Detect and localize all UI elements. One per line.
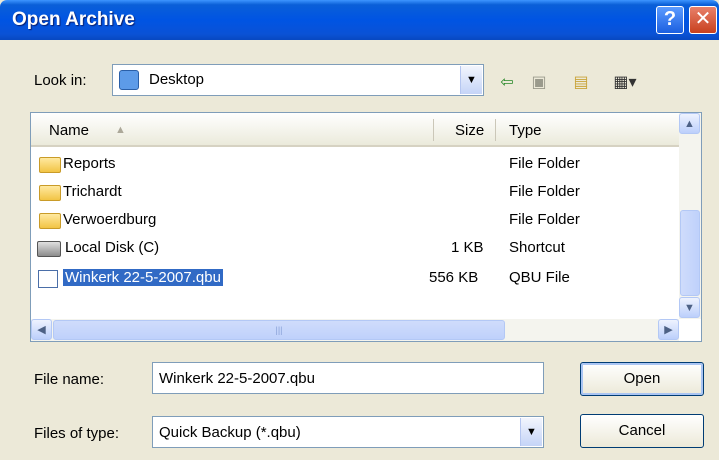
scroll-left-icon[interactable]: ◀ (31, 319, 52, 340)
column-divider[interactable] (495, 119, 496, 141)
file-icon (38, 270, 58, 288)
window-title: Open Archive (12, 9, 135, 30)
files-of-type-label: Files of type: (34, 425, 120, 442)
item-type: Shortcut (509, 239, 565, 256)
chevron-down-icon[interactable]: ▼ (520, 418, 542, 446)
item-size: 556 KB (429, 269, 479, 286)
desktop-icon (119, 70, 139, 90)
item-name: Local Disk (C) (65, 239, 160, 256)
chevron-down-icon[interactable]: ▼ (460, 66, 482, 94)
item-type: File Folder (509, 183, 580, 200)
file-name-label: File name: (34, 371, 105, 388)
look-in-value: Desktop (149, 71, 205, 88)
item-type: QBU File (509, 269, 570, 286)
column-header-type[interactable]: Type (509, 122, 542, 139)
item-name: Reports (63, 155, 116, 172)
folder-icon (39, 185, 61, 201)
up-folder-icon[interactable]: ▣ (528, 74, 550, 92)
look-in-label: Look in: (34, 72, 87, 89)
close-button[interactable]: ✕ (689, 6, 717, 34)
item-type: File Folder (509, 211, 580, 228)
vertical-scroll-thumb[interactable] (680, 210, 700, 296)
file-name-input[interactable]: Winkerk 22-5-2007.qbu (152, 362, 544, 394)
item-type: File Folder (509, 155, 580, 172)
vertical-scrollbar[interactable]: ▲ ▼ (679, 113, 701, 319)
list-item-selected[interactable]: Winkerk 22-5-2007.qbu 556 KB QBU File (31, 265, 679, 293)
list-item[interactable]: Local Disk (C) 1 KB Shortcut (31, 235, 679, 263)
sort-ascending-icon: ▲ (115, 124, 126, 136)
file-name-value: Winkerk 22-5-2007.qbu (159, 370, 315, 387)
horizontal-scroll-thumb[interactable]: ||| (53, 320, 505, 340)
column-header-size[interactable]: Size (455, 122, 484, 139)
folder-icon (39, 157, 61, 173)
help-button[interactable]: ? (656, 6, 684, 34)
disk-shortcut-icon (37, 241, 61, 257)
list-item[interactable]: Trichardt File Folder (31, 179, 679, 207)
cancel-button[interactable]: Cancel (580, 414, 704, 448)
open-button[interactable]: Open (580, 362, 704, 396)
look-in-dropdown[interactable]: Desktop ▼ (112, 64, 484, 96)
files-of-type-dropdown[interactable]: Quick Backup (*.qbu) ▼ (152, 416, 544, 448)
views-menu-icon[interactable]: ▦▾ (610, 74, 640, 92)
title-bar[interactable]: Open Archive ? ✕ (0, 0, 719, 40)
item-name: Winkerk 22-5-2007.qbu (63, 269, 223, 286)
scroll-down-icon[interactable]: ▼ (679, 297, 700, 318)
folder-icon (39, 213, 61, 229)
horizontal-scrollbar[interactable]: ◀ ||| ▶ (31, 319, 679, 341)
item-name: Verwoerdburg (63, 211, 157, 228)
scroll-right-icon[interactable]: ▶ (658, 319, 679, 340)
list-item[interactable]: Reports File Folder (31, 151, 679, 179)
files-of-type-value: Quick Backup (*.qbu) (159, 424, 301, 441)
list-header: Name ▲ Size Type (31, 113, 679, 147)
scroll-up-icon[interactable]: ▲ (679, 113, 700, 134)
column-header-name[interactable]: Name (49, 122, 89, 139)
file-list[interactable]: Name ▲ Size Type Reports File Folder Tri… (30, 112, 702, 342)
column-divider[interactable] (433, 119, 434, 141)
item-size: 1 KB (451, 239, 484, 256)
back-arrow-icon[interactable]: ⇦ (496, 74, 518, 92)
list-item[interactable]: Verwoerdburg File Folder (31, 207, 679, 235)
item-name: Trichardt (63, 183, 122, 200)
new-folder-icon[interactable]: ▤ (570, 74, 592, 92)
